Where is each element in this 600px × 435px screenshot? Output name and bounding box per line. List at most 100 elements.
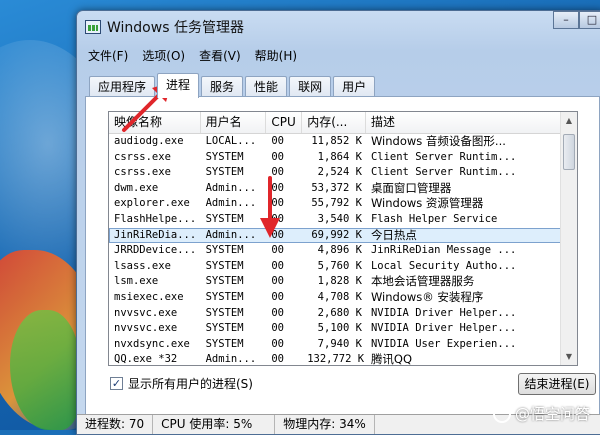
process-user-name: SYSTEM	[205, 337, 244, 350]
process-row[interactable]: JinRiReDia... Admin... 00 69,992 K 今日热点	[109, 227, 577, 244]
process-memory: 1,864 K	[317, 150, 362, 163]
process-row[interactable]: nvvsvc.exe SYSTEM 00 5,100 K NVIDIA Driver H…	[109, 321, 577, 337]
process-user-name: SYSTEM	[205, 275, 244, 288]
process-memory: 5,760 K	[317, 259, 362, 272]
status-physical-memory: 物理内存: 34%	[275, 415, 375, 434]
process-memory: 55,792 K	[311, 197, 362, 210]
process-memory: 3,540 K	[317, 212, 362, 225]
process-description: 腾讯QQ	[370, 352, 413, 366]
process-description: Local Security Autho...	[370, 259, 517, 272]
process-description: 本地会话管理器服务	[370, 274, 475, 289]
scroll-thumb[interactable]	[563, 134, 575, 170]
process-cpu: 00	[271, 322, 284, 335]
process-cpu: 00	[271, 244, 284, 257]
menu-file[interactable]: 文件(F)	[81, 47, 135, 64]
process-row[interactable]: FlashHelpe...SYSTEM003,540 KFlash Helper…	[109, 212, 577, 228]
process-image-name: nvxdsync.exe	[114, 337, 190, 350]
process-image-name: nvvsvc.exe	[114, 306, 178, 319]
process-memory: 2,524 K	[317, 166, 362, 179]
process-description: 桌面窗口管理器	[370, 180, 452, 195]
process-row[interactable]: csrss.exe SYSTEM 00 2,524 K Client Server Ru…	[109, 165, 577, 181]
process-memory: 132,772 K	[307, 353, 365, 366]
process-row[interactable]: QQ.exe *32 Admin... 00 132,772 K 腾讯QQ	[109, 352, 577, 366]
vertical-scrollbar[interactable]: ▲ ▼	[560, 112, 577, 365]
process-rows: audiodg.exe LOCAL... 00 11,852 K Windows 音频设…	[109, 134, 577, 366]
process-user-name: LOCAL...	[205, 135, 257, 147]
process-description: Windows® 安装程序	[370, 289, 484, 304]
minimize-button[interactable]: –	[553, 11, 579, 29]
watermark: @悟空问答	[492, 403, 590, 424]
list-header: 映像名称 用户名 CPU 内存(... 描述	[109, 112, 577, 134]
process-user-name: Admin...	[205, 181, 257, 194]
show-all-processes-option[interactable]: ✓ 显示所有用户的进程(S)	[110, 375, 253, 392]
process-image-name: JinRiReDia...	[114, 228, 197, 241]
process-image-name: audiodg.exe	[114, 135, 184, 147]
process-description: Client Server Runtim...	[370, 150, 517, 163]
process-row[interactable]: lsass.exe SYSTEM 00 5,760 K Local Security A…	[109, 259, 577, 275]
process-cpu: 00	[271, 290, 284, 303]
watermark-logo-icon	[492, 404, 511, 423]
scroll-up-arrow-icon[interactable]: ▲	[561, 112, 577, 129]
process-user-name: Admin...	[205, 228, 257, 241]
title-bar[interactable]: Windows 任务管理器 – □	[77, 11, 600, 43]
tab-performance[interactable]: 性能	[245, 76, 288, 97]
show-all-label: 显示所有用户的进程(S)	[128, 377, 253, 391]
process-cpu: 00	[271, 259, 284, 272]
process-memory: 11,852 K	[311, 135, 362, 147]
column-description[interactable]: 描述	[366, 112, 577, 133]
process-cpu: 00	[271, 135, 284, 147]
process-row[interactable]: explorer.exe Admin... 00 55,792 K Windows 资源…	[109, 196, 577, 212]
process-row[interactable]: msiexec.exe SYSTEM 00 4,708 K Windows® 安装程序	[109, 290, 577, 306]
end-process-button[interactable]: 结束进程(E)	[518, 373, 596, 395]
process-cpu: 00	[271, 353, 284, 366]
tab-services[interactable]: 服务	[201, 76, 244, 97]
menu-help[interactable]: 帮助(H)	[248, 47, 304, 64]
status-cpu-usage: CPU 使用率: 5%	[153, 415, 276, 434]
process-user-name: SYSTEM	[205, 322, 244, 335]
maximize-button[interactable]: □	[579, 11, 600, 29]
show-all-checkbox[interactable]: ✓	[110, 377, 123, 390]
column-user-name[interactable]: 用户名	[201, 112, 267, 133]
process-image-name: lsass.exe	[114, 259, 171, 272]
process-memory: 4,896 K	[317, 244, 362, 257]
process-description: NVIDIA User Experien...	[370, 337, 517, 350]
process-row[interactable]: dwm.exe Admin... 00 53,372 K 桌面窗口管理器	[109, 181, 577, 197]
window-title: Windows 任务管理器	[107, 20, 244, 36]
menu-options[interactable]: 选项(O)	[135, 47, 192, 64]
process-row[interactable]: nvvsvc.exe SYSTEM 00 2,680 K NVIDIA Driver H…	[109, 306, 577, 322]
process-memory: 5,100 K	[317, 322, 362, 335]
process-cpu: 00	[271, 275, 284, 288]
process-row[interactable]: csrss.exe SYSTEM 00 1,864 K Client Server Ru…	[109, 150, 577, 166]
process-user-name: Admin...	[205, 353, 257, 366]
process-user-name: SYSTEM	[205, 212, 244, 225]
process-cpu: 00	[271, 150, 284, 163]
menu-view[interactable]: 查看(V)	[192, 47, 248, 64]
process-image-name: dwm.exe	[114, 181, 159, 194]
process-row[interactable]: nvxdsync.exe SYSTEM 00 7,940 K NVIDIA User E…	[109, 337, 577, 353]
process-row[interactable]: audiodg.exe LOCAL... 00 11,852 K Windows 音频设…	[109, 134, 577, 150]
process-user-name: SYSTEM	[205, 244, 244, 257]
scroll-down-arrow-icon[interactable]: ▼	[561, 348, 577, 365]
process-user-name: SYSTEM	[205, 166, 244, 179]
process-row[interactable]: lsm.exe SYSTEM 00 1,828 K 本地会话管理器服务	[109, 274, 577, 290]
process-image-name: nvvsvc.exe	[114, 322, 178, 335]
process-list[interactable]: 映像名称 用户名 CPU 内存(... 描述 audiodg.exe LOCAL.…	[108, 111, 578, 366]
tab-processes[interactable]: 进程	[157, 73, 200, 98]
tab-networking[interactable]: 联网	[289, 76, 332, 97]
column-cpu[interactable]: CPU	[266, 112, 303, 133]
process-memory: 7,940 K	[317, 337, 362, 350]
process-image-name: JRRDDevice...	[114, 244, 197, 257]
process-memory: 53,372 K	[311, 181, 362, 194]
process-memory: 69,992 K	[311, 228, 362, 241]
task-manager-icon	[85, 20, 101, 34]
task-manager-window: Windows 任务管理器 – □ 文件(F) 选项(O) 查看(V) 帮助(H…	[76, 10, 600, 435]
annotation-arrow-row	[260, 176, 280, 238]
column-memory[interactable]: 内存(...	[302, 112, 366, 133]
process-user-name: SYSTEM	[205, 306, 244, 319]
process-user-name: SYSTEM	[205, 259, 244, 272]
status-process-count: 进程数: 70	[77, 415, 154, 434]
process-description: NVIDIA Driver Helper...	[370, 306, 517, 319]
process-user-name: Admin...	[205, 197, 257, 210]
process-row[interactable]: JRRDDevice... SYSTEM 00 4,896 K JinRiReDian …	[109, 243, 577, 259]
tab-users[interactable]: 用户	[333, 76, 376, 97]
